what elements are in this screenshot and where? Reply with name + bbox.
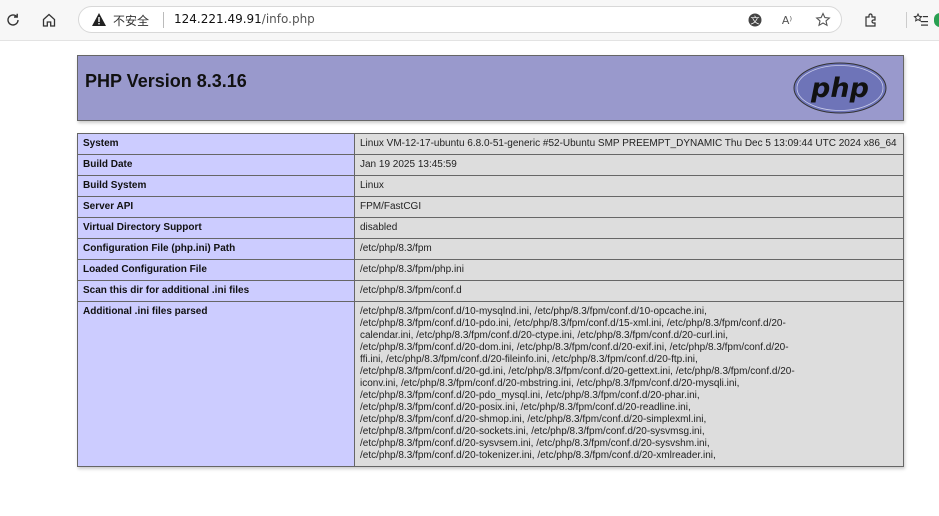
favorite-star-icon[interactable] [814,11,832,29]
table-row: Virtual Directory Support disabled [77,217,904,239]
row-value: /etc/php/8.3/fpm/php.ini [354,259,904,281]
table-row: System Linux VM-12-17-ubuntu 6.8.0-51-gen… [77,133,904,155]
row-value: Linux VM-12-17-ubuntu 6.8.0-51-generic #… [354,133,904,155]
row-key: Loaded Configuration File [77,259,355,281]
ini-file-line: ffi.ini, /etc/php/8.3/fpm/conf.d/20-file… [360,354,698,365]
ini-file-line: /etc/php/8.3/fpm/conf.d/20-sockets.ini, … [360,426,705,437]
ini-file-line: calendar.ini, /etc/php/8.3/fpm/conf.d/20… [360,330,728,341]
profile-avatar[interactable] [934,13,939,27]
row-value: Jan 19 2025 13:45:59 [354,154,904,176]
reload-icon[interactable] [2,9,24,31]
ini-file-line: /etc/php/8.3/fpm/conf.d/10-pdo.ini, /etc… [360,318,786,329]
php-logo[interactable]: php [793,62,887,114]
read-aloud-icon[interactable]: A⁾ [776,11,798,29]
table-row: Scan this dir for additional .ini files /… [77,280,904,302]
row-key: Scan this dir for additional .ini files [77,280,355,302]
table-row: Additional .ini files parsed/etc/php/8.3… [77,301,904,467]
php-logo-text: php [810,73,869,104]
translate-icon[interactable]: 文 [746,11,764,29]
extensions-icon[interactable] [860,9,882,31]
row-key: Build System [77,175,355,197]
ini-file-line: /etc/php/8.3/fpm/conf.d/20-pdo_mysql.ini… [360,390,700,401]
phpinfo-page: PHP Version 8.3.16 php System Linux VM-12… [77,55,904,467]
row-value: disabled [354,217,904,239]
address-bar[interactable]: 不安全 124.221.49.91/info.php 文 A⁾ [78,6,842,33]
favorites-list-icon[interactable] [910,9,932,31]
ini-file-line: /etc/php/8.3/fpm/conf.d/10-mysqlnd.ini, … [360,306,707,317]
ini-file-line: /etc/php/8.3/fpm/conf.d/20-tokenizer.ini… [360,450,716,461]
ini-file-line: /etc/php/8.3/fpm/conf.d/20-shmop.ini, /e… [360,414,707,425]
browser-toolbar: 不安全 124.221.49.91/info.php 文 A⁾ [0,0,939,41]
row-key: Virtual Directory Support [77,217,355,239]
svg-text:文: 文 [750,15,759,27]
warning-icon[interactable] [91,12,107,31]
row-value: /etc/php/8.3/fpm/conf.d [354,280,904,302]
info-table: System Linux VM-12-17-ubuntu 6.8.0-51-gen… [77,133,904,467]
address-divider [163,12,164,28]
table-row: Build System Linux [77,175,904,197]
ini-file-line: /etc/php/8.3/fpm/conf.d/20-gd.ini, /etc/… [360,366,795,377]
ini-file-line: /etc/php/8.3/fpm/conf.d/20-sysvsem.ini, … [360,438,710,449]
ini-file-line: /etc/php/8.3/fpm/conf.d/20-posix.ini, /e… [360,402,691,413]
php-version-header: PHP Version 8.3.16 php [77,55,904,121]
url-host: 124.221.49.91 [174,12,262,26]
row-key: Server API [77,196,355,218]
table-row: Server API FPM/FastCGI [77,196,904,218]
table-row: Build Date Jan 19 2025 13:45:59 [77,154,904,176]
table-row: Loaded Configuration File/etc/php/8.3/fp… [77,259,904,281]
row-value: FPM/FastCGI [354,196,904,218]
row-key: Additional .ini files parsed [77,301,355,467]
row-value: Linux [354,175,904,197]
url-path: /info.php [261,12,315,26]
page-title: PHP Version 8.3.16 [85,71,247,91]
table-row: Configuration File (php.ini) Path/etc/ph… [77,238,904,260]
row-key: System [77,133,355,155]
row-key: Build Date [77,154,355,176]
home-icon[interactable] [38,9,60,31]
ini-file-line: iconv.ini, /etc/php/8.3/fpm/conf.d/20-mb… [360,378,740,389]
row-key: Configuration File (php.ini) Path [77,238,355,260]
toolbar-divider [906,12,907,28]
row-value: /etc/php/8.3/fpm [354,238,904,260]
url-text[interactable]: 124.221.49.91/info.php [174,12,315,26]
row-value: /etc/php/8.3/fpm/conf.d/10-mysqlnd.ini, … [354,301,904,467]
security-status-label[interactable]: 不安全 [113,12,149,29]
ini-file-line: /etc/php/8.3/fpm/conf.d/20-dom.ini, /etc… [360,342,789,353]
